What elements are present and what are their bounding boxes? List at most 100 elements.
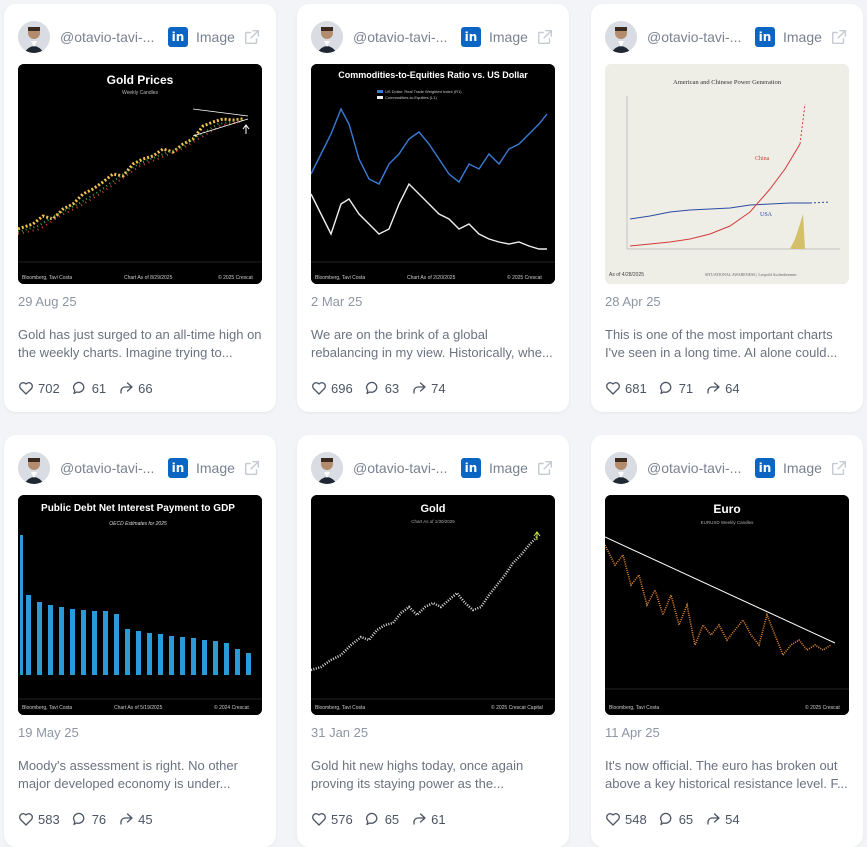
post-stats: 702 61 66 xyxy=(18,380,165,396)
post-text: We are on the brink of a global rebalanc… xyxy=(311,327,553,360)
avatar[interactable] xyxy=(605,452,637,484)
heart-icon xyxy=(19,813,33,826)
avatar[interactable] xyxy=(605,21,637,53)
linkedin-icon: in xyxy=(168,27,188,47)
card-header: @otavio-tavi-... in Image xyxy=(605,451,851,485)
comment-icon xyxy=(659,812,672,826)
comments-count: 63 xyxy=(384,380,400,396)
post-type-label: Image xyxy=(783,460,822,476)
likes-stat[interactable]: 702 xyxy=(18,380,60,396)
author-handle[interactable]: @otavio-tavi-... xyxy=(647,460,747,476)
post-card[interactable]: @otavio-tavi-... in Image Commodities-to… xyxy=(297,4,569,412)
post-stats: 548 65 54 xyxy=(605,811,752,827)
shares-stat[interactable]: 74 xyxy=(411,380,446,396)
author-handle[interactable]: @otavio-tavi-... xyxy=(60,460,160,476)
external-link-icon[interactable] xyxy=(830,459,848,477)
shares-stat[interactable]: 64 xyxy=(705,380,740,396)
post-card[interactable]: @otavio-tavi-... in Image Gold Chart As … xyxy=(297,435,569,847)
heart-icon xyxy=(606,382,620,395)
external-link-icon[interactable] xyxy=(536,28,554,46)
external-link-icon[interactable] xyxy=(243,459,261,477)
author-handle[interactable]: @otavio-tavi-... xyxy=(353,29,453,45)
post-type-label: Image xyxy=(489,460,528,476)
avatar[interactable] xyxy=(18,21,50,53)
avatar[interactable] xyxy=(311,452,343,484)
comments-stat[interactable]: 76 xyxy=(72,811,106,827)
comment-icon xyxy=(365,812,378,826)
comments-count: 71 xyxy=(678,380,694,396)
post-card[interactable]: @otavio-tavi-... in Image American and C… xyxy=(591,4,863,412)
linkedin-icon: in xyxy=(168,458,188,478)
post-text: It's now official. The euro has broken o… xyxy=(605,758,848,791)
thumb-footer-left: Bloomberg, Tavi Costa xyxy=(315,275,365,281)
external-link-icon[interactable] xyxy=(536,459,554,477)
likes-count: 702 xyxy=(38,380,60,396)
post-image[interactable]: Gold Prices Weekly Candles Bloomberg, Ta… xyxy=(18,64,262,284)
likes-stat[interactable]: 576 xyxy=(311,811,353,827)
post-text: Gold hit new highs today, once again pro… xyxy=(311,758,524,791)
comments-stat[interactable]: 61 xyxy=(72,380,106,396)
shares-count: 45 xyxy=(138,811,153,827)
thumb-footer-left: Bloomberg, Tavi Costa xyxy=(609,705,659,711)
card-header: @otavio-tavi-... in Image xyxy=(311,20,557,54)
post-image[interactable]: Commodities-to-Equities Ratio vs. US Dol… xyxy=(311,64,555,284)
post-image[interactable]: Public Debt Net Interest Payment to GDP … xyxy=(18,495,262,715)
heart-icon xyxy=(606,813,620,826)
post-date: 31 Jan 25 xyxy=(311,725,369,740)
shares-count: 54 xyxy=(725,811,740,827)
likes-count: 583 xyxy=(38,811,60,827)
author-handle[interactable]: @otavio-tavi-... xyxy=(60,29,160,45)
thumb-footer-left: Bloomberg, Tavi Costa xyxy=(22,275,72,281)
comment-icon xyxy=(365,381,378,395)
thumb-footer-right: © 2025 Crescat Capital xyxy=(491,704,543,711)
author-handle[interactable]: @otavio-tavi-... xyxy=(647,29,747,45)
comments-stat[interactable]: 65 xyxy=(365,811,399,827)
comments-stat[interactable]: 65 xyxy=(659,811,693,827)
post-type-label: Image xyxy=(783,29,822,45)
shares-stat[interactable]: 54 xyxy=(705,811,740,827)
author-handle[interactable]: @otavio-tavi-... xyxy=(353,460,453,476)
post-image[interactable]: Euro EURUSD Weekly Candles Bloomberg, Ta… xyxy=(605,495,849,715)
card-header: @otavio-tavi-... in Image xyxy=(311,451,557,485)
thumb-footer-left: As of 4/28/2025 xyxy=(609,272,644,278)
thumb-title: Gold Prices xyxy=(107,73,174,87)
likes-count: 681 xyxy=(625,380,647,396)
shares-stat[interactable]: 61 xyxy=(411,811,446,827)
post-stats: 583 76 45 xyxy=(18,811,165,827)
likes-stat[interactable]: 696 xyxy=(311,380,353,396)
linkedin-icon: in xyxy=(461,458,481,478)
external-link-icon[interactable] xyxy=(243,28,261,46)
share-icon xyxy=(707,382,720,394)
post-date: 28 Apr 25 xyxy=(605,294,661,309)
comments-count: 76 xyxy=(91,811,107,827)
comment-icon xyxy=(72,812,85,826)
shares-stat[interactable]: 45 xyxy=(118,811,153,827)
external-link-icon[interactable] xyxy=(830,28,848,46)
likes-stat[interactable]: 548 xyxy=(605,811,647,827)
thumb-legend-2: Commodities-to-Equities (L1) xyxy=(385,95,437,100)
post-date: 29 Aug 25 xyxy=(18,294,77,309)
comments-count: 65 xyxy=(678,811,694,827)
likes-stat[interactable]: 583 xyxy=(18,811,60,827)
thumb-subtitle: Weekly Candles xyxy=(122,90,159,96)
post-date: 2 Mar 25 xyxy=(311,294,363,309)
post-image[interactable]: American and Chinese Power Generation Ch… xyxy=(605,64,849,284)
avatar[interactable] xyxy=(18,452,50,484)
post-type-label: Image xyxy=(196,29,235,45)
heart-icon xyxy=(312,382,326,395)
thumb-label-usa: USA xyxy=(760,212,773,218)
card-header: @otavio-tavi-... in Image xyxy=(18,451,264,485)
post-card[interactable]: @otavio-tavi-... in Image Euro EURUSD We… xyxy=(591,435,863,847)
likes-stat[interactable]: 681 xyxy=(605,380,647,396)
comments-stat[interactable]: 71 xyxy=(659,380,693,396)
comments-stat[interactable]: 63 xyxy=(365,380,399,396)
post-card[interactable]: @otavio-tavi-... in Image Public Debt Ne… xyxy=(4,435,276,847)
likes-count: 576 xyxy=(331,811,353,827)
post-image[interactable]: Gold Chart As of 1/30/2025 Bloomberg, Ta… xyxy=(311,495,555,715)
avatar[interactable] xyxy=(311,21,343,53)
shares-stat[interactable]: 66 xyxy=(118,380,153,396)
post-card[interactable]: @otavio-tavi-... in Image Gold Prices We… xyxy=(4,4,276,412)
thumb-footer-right: © 2025 Crescat xyxy=(507,274,542,281)
thumb-subtitle: EURUSD Weekly Candles xyxy=(701,520,754,525)
shares-count: 61 xyxy=(431,811,446,827)
